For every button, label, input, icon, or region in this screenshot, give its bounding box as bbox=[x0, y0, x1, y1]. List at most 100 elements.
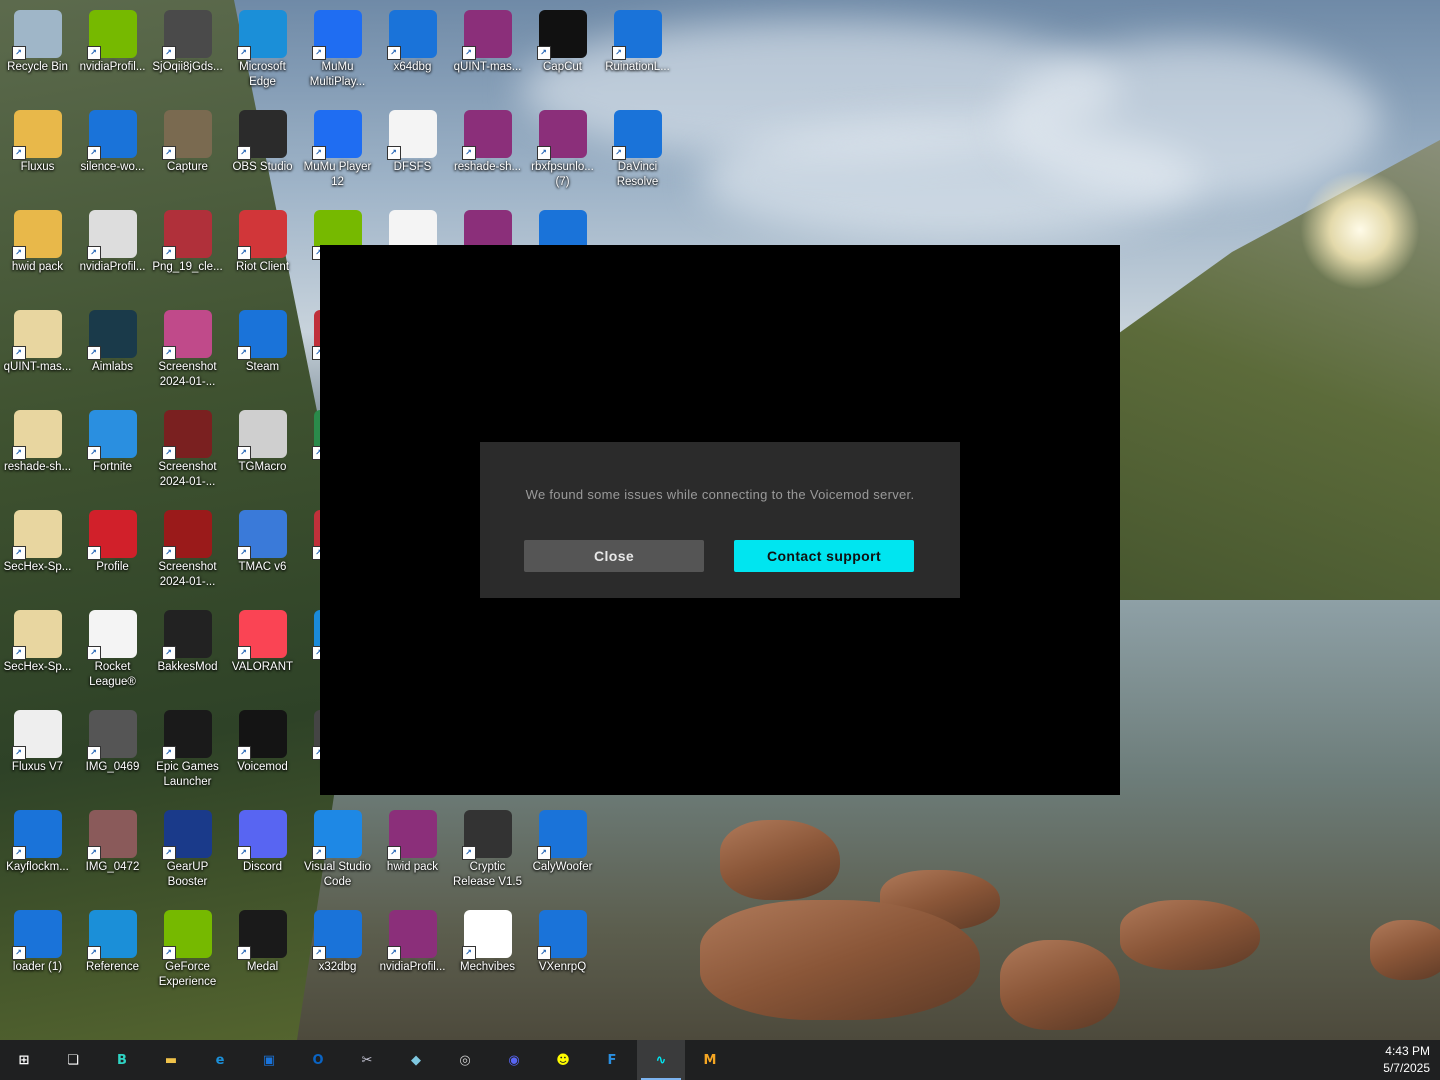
desktop-icon[interactable]: ↗ qUINT-mas... bbox=[0, 304, 75, 399]
desktop-icon[interactable]: ↗ TGMacro bbox=[225, 404, 300, 499]
desktop-icon[interactable]: ↗ CalyWoofer bbox=[525, 804, 600, 899]
fortnite-icon: ↗ bbox=[86, 410, 137, 460]
desktop-icon-label: x32dbg bbox=[318, 961, 357, 973]
desktop-icon[interactable]: ↗ MuMu MultiPlay... bbox=[300, 4, 375, 99]
shortcut-arrow-icon: ↗ bbox=[536, 946, 551, 960]
taskbar-snapchat[interactable]: ☻ bbox=[539, 1040, 587, 1080]
taskbar-app-b[interactable]: B bbox=[98, 1040, 146, 1080]
desktop-icon[interactable]: ↗ Aimlabs bbox=[75, 304, 150, 399]
desktop-icon[interactable]: ↗ x32dbg bbox=[300, 904, 375, 999]
desktop-icon[interactable]: ↗ Epic Games Launcher bbox=[150, 704, 225, 799]
desktop-icon[interactable]: ↗ SecHex-Sp... bbox=[0, 504, 75, 599]
desktop-icon[interactable]: ↗ nvidiaProfil... bbox=[375, 904, 450, 999]
taskbar-notes-app[interactable]: ◆ bbox=[392, 1040, 440, 1080]
desktop-icon[interactable]: ↗ Discord bbox=[225, 804, 300, 899]
desktop-icon[interactable]: ↗ Profile bbox=[75, 504, 150, 599]
taskbar-window-app[interactable]: ▣ bbox=[245, 1040, 293, 1080]
taskbar-clock[interactable]: 4:43 PM 5/7/2025 bbox=[1360, 1043, 1430, 1077]
desktop-icon[interactable]: ↗ Reference bbox=[75, 904, 150, 999]
image-thumbnail-icon: ↗ bbox=[86, 710, 137, 760]
close-button[interactable]: Close bbox=[524, 540, 704, 572]
desktop-icon[interactable]: ↗ nvidiaProfil... bbox=[75, 4, 150, 99]
desktop-icon[interactable]: ↗ GeForce Experience bbox=[150, 904, 225, 999]
desktop-icon[interactable]: ↗ qUINT-mas... bbox=[450, 4, 525, 99]
contact-support-button[interactable]: Contact support bbox=[734, 540, 914, 572]
taskbar-fortnite[interactable]: F bbox=[588, 1040, 636, 1080]
task-view-button[interactable]: ❏ bbox=[49, 1040, 97, 1080]
shortcut-arrow-icon: ↗ bbox=[236, 446, 251, 460]
desktop-icon[interactable]: ↗ Medal bbox=[225, 904, 300, 999]
desktop-icon-label: OBS Studio bbox=[232, 161, 293, 173]
desktop-icon-label: Capture bbox=[167, 161, 208, 173]
desktop-icon-label: Screenshot 2024-01-... bbox=[158, 361, 217, 388]
desktop-icon[interactable]: ↗ rbxfpsunlo... (7) bbox=[525, 104, 600, 199]
desktop-icon[interactable]: ↗ Capture bbox=[150, 104, 225, 199]
taskbar-file-explorer[interactable]: ▬ bbox=[147, 1040, 195, 1080]
desktop-icon-label: SjOqii8jGds... bbox=[152, 61, 223, 73]
start-button[interactable]: ⊞ bbox=[0, 1040, 48, 1080]
taskbar-voicemod[interactable]: ∿ bbox=[637, 1040, 685, 1080]
shortcut-arrow-icon: ↗ bbox=[86, 46, 101, 60]
desktop-icon[interactable]: ↗ hwid pack bbox=[0, 204, 75, 299]
desktop-icon[interactable]: ↗ Png_19_cle... bbox=[150, 204, 225, 299]
desktop-icon[interactable]: ↗ TMAC v6 bbox=[225, 504, 300, 599]
desktop-icon[interactable]: ↗ reshade-sh... bbox=[0, 404, 75, 499]
desktop-icon[interactable]: ↗ SecHex-Sp... bbox=[0, 604, 75, 699]
desktop-icon[interactable]: ↗ Fluxus V7 bbox=[0, 704, 75, 799]
desktop-icon[interactable]: ↗ OBS Studio bbox=[225, 104, 300, 199]
desktop-icon[interactable]: ↗ RuinationL... bbox=[600, 4, 675, 99]
desktop-icon[interactable]: ↗ Screenshot 2024-01-... bbox=[150, 304, 225, 399]
desktop-icon[interactable]: ↗ silence-wo... bbox=[75, 104, 150, 199]
desktop-icon[interactable]: ↗ Fortnite bbox=[75, 404, 150, 499]
taskbar-tgmacro[interactable]: ◎ bbox=[441, 1040, 489, 1080]
taskbar-snipping-tool[interactable]: ✂ bbox=[343, 1040, 391, 1080]
desktop-icon[interactable]: ↗ Fluxus bbox=[0, 104, 75, 199]
shortcut-arrow-icon: ↗ bbox=[86, 446, 101, 460]
shortcut-arrow-icon: ↗ bbox=[86, 846, 101, 860]
desktop-icon[interactable]: ↗ Steam bbox=[225, 304, 300, 399]
desktop-icon[interactable]: ↗ Cryptic Release V1.5 bbox=[450, 804, 525, 899]
taskbar-discord[interactable]: ◉ bbox=[490, 1040, 538, 1080]
shortcut-arrow-icon: ↗ bbox=[161, 246, 176, 260]
desktop-icon[interactable]: ↗ loader (1) bbox=[0, 904, 75, 999]
desktop-icon-label: GeForce Experience bbox=[158, 961, 217, 988]
desktop-icon[interactable]: ↗ Kayflockm... bbox=[0, 804, 75, 899]
desktop-icon[interactable]: ↗ reshade-sh... bbox=[450, 104, 525, 199]
desktop-icon[interactable]: ↗ IMG_0472 bbox=[75, 804, 150, 899]
taskbar-outlook[interactable]: O bbox=[294, 1040, 342, 1080]
desktop-icon[interactable]: ↗ Voicemod bbox=[225, 704, 300, 799]
voicemod-icon: ∿ bbox=[655, 1052, 667, 1068]
tgmacro-icon: ↗ bbox=[236, 410, 287, 460]
desktop-icon[interactable]: ↗ SjOqii8jGds... bbox=[150, 4, 225, 99]
shortcut-arrow-icon: ↗ bbox=[86, 746, 101, 760]
desktop-icon[interactable]: ↗ VALORANT bbox=[225, 604, 300, 699]
desktop-icon[interactable]: ↗ BakkesMod bbox=[150, 604, 225, 699]
desktop-icon-label: Mechvibes bbox=[460, 961, 515, 973]
desktop-icon[interactable]: ↗ VXenrpQ bbox=[525, 904, 600, 999]
desktop-icon[interactable]: ↗ Mechvibes bbox=[450, 904, 525, 999]
zip-folder-icon: ↗ bbox=[11, 510, 62, 560]
desktop-icon[interactable]: ↗ GearUP Booster bbox=[150, 804, 225, 899]
mechvibes-icon: ↗ bbox=[461, 910, 512, 960]
folder-icon: ↗ bbox=[11, 210, 62, 260]
taskbar-edge[interactable]: e bbox=[196, 1040, 244, 1080]
desktop-icon[interactable]: ↗ DFSFS bbox=[375, 104, 450, 199]
desktop-icon[interactable]: ↗ Recycle Bin bbox=[0, 4, 75, 99]
desktop-icon[interactable]: ↗ IMG_0469 bbox=[75, 704, 150, 799]
desktop-icon[interactable]: ↗ Screenshot 2024-01-... bbox=[150, 504, 225, 599]
desktop-icon[interactable]: ↗ Rocket League® bbox=[75, 604, 150, 699]
desktop-icon[interactable]: ↗ MuMu Player 12 bbox=[300, 104, 375, 199]
windows-logo-icon: ⊞ bbox=[18, 1052, 30, 1068]
taskbar-medal[interactable]: M bbox=[686, 1040, 734, 1080]
desktop-icon[interactable]: ↗ Microsoft Edge bbox=[225, 4, 300, 99]
desktop-icon[interactable]: ↗ nvidiaProfil... bbox=[75, 204, 150, 299]
desktop-icon[interactable]: ↗ x64dbg bbox=[375, 4, 450, 99]
desktop-icon[interactable]: ↗ Screenshot 2024-01-... bbox=[150, 404, 225, 499]
shortcut-arrow-icon: ↗ bbox=[86, 146, 101, 160]
desktop-icon[interactable]: ↗ DaVinci Resolve bbox=[600, 104, 675, 199]
shortcut-arrow-icon: ↗ bbox=[386, 846, 401, 860]
desktop-icon[interactable]: ↗ Visual Studio Code bbox=[300, 804, 375, 899]
desktop-icon[interactable]: ↗ CapCut bbox=[525, 4, 600, 99]
desktop-icon[interactable]: ↗ Riot Client bbox=[225, 204, 300, 299]
desktop-icon[interactable]: ↗ hwid pack bbox=[375, 804, 450, 899]
